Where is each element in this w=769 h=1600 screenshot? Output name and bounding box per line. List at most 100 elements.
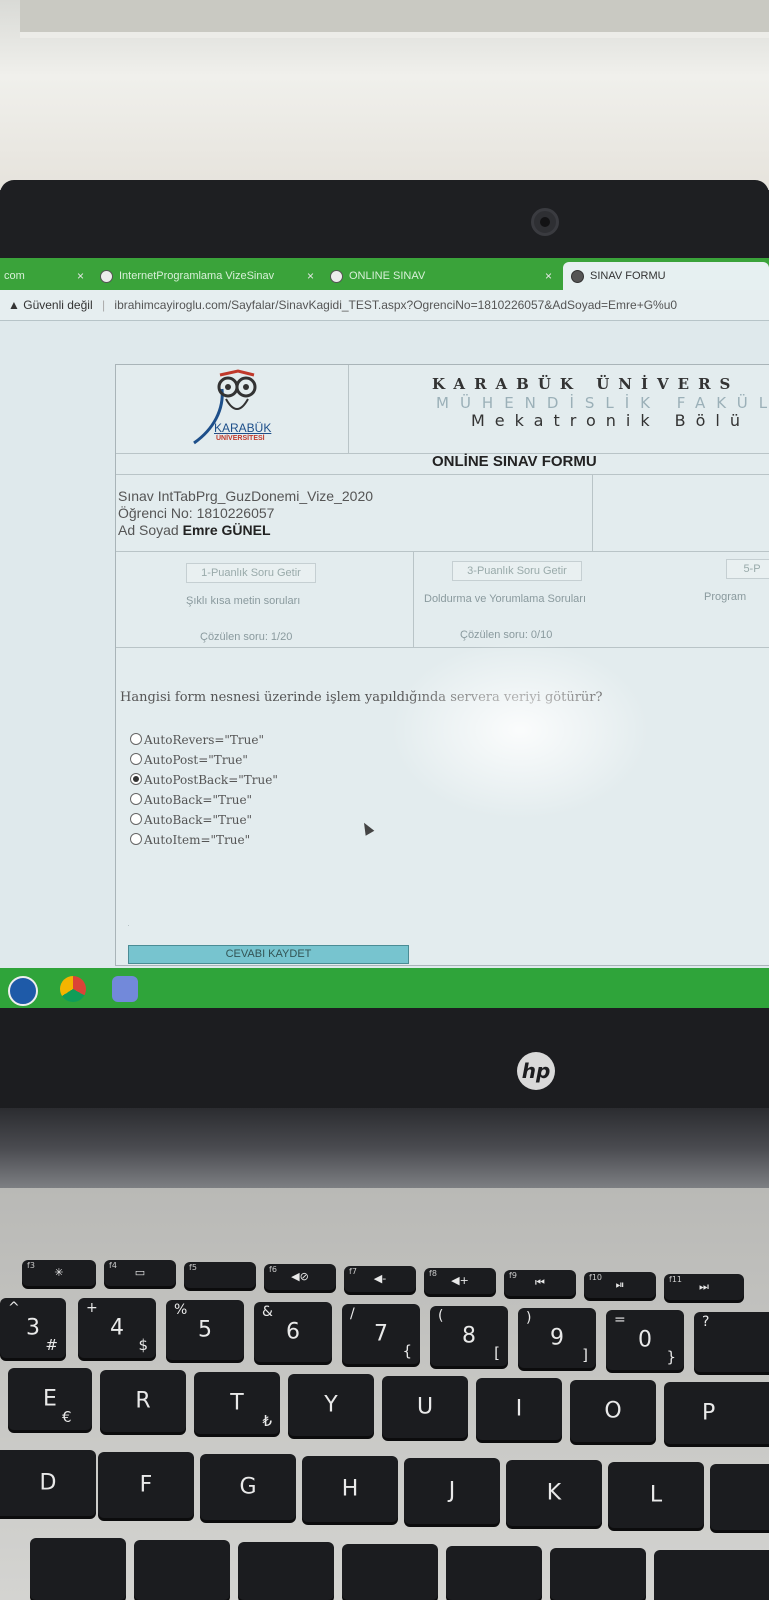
- answer-option[interactable]: AutoRevers="True": [130, 733, 264, 747]
- solved-count: Çözülen soru: 0/10: [460, 629, 553, 641]
- key-main-char: K: [546, 1480, 562, 1506]
- key-3[interactable]: ^ 3 #: [0, 1298, 66, 1358]
- name-label: Ad Soyad: [118, 522, 179, 538]
- key-bottom-row[interactable]: [654, 1550, 769, 1600]
- key-main-char: R: [135, 1388, 151, 1414]
- key-8[interactable]: (8[: [430, 1306, 508, 1366]
- key-main-char: I: [515, 1396, 523, 1422]
- close-icon[interactable]: ×: [545, 262, 552, 290]
- warning-icon: ▲: [8, 298, 20, 312]
- key-question[interactable]: ?: [694, 1312, 769, 1372]
- student-no-label: Öğrenci No:: [118, 505, 193, 521]
- answer-option[interactable]: AutoItem="True": [130, 833, 250, 847]
- close-icon[interactable]: ×: [77, 262, 84, 290]
- university-name: KARABÜK ÜNİVERS: [432, 375, 740, 393]
- get-5-point-question-button[interactable]: 5-P: [726, 559, 769, 579]
- student-no-value: 1810226057: [196, 505, 275, 521]
- page-title: ONLİNE SINAV FORMU: [432, 453, 597, 470]
- discord-icon[interactable]: [112, 976, 138, 1002]
- key-7[interactable]: /7{: [342, 1304, 420, 1364]
- key-f4[interactable]: f4 ▭: [104, 1260, 176, 1286]
- key-f3[interactable]: f3 ✳: [22, 1260, 96, 1286]
- tab-online-sinav[interactable]: ONLINE SINAV ×: [330, 262, 560, 290]
- tab-com[interactable]: com ×: [0, 262, 92, 290]
- key-e[interactable]: E €: [8, 1368, 92, 1430]
- get-1-point-question-button[interactable]: 1-Puanlık Soru Getir: [186, 563, 316, 583]
- key-h[interactable]: H: [302, 1456, 398, 1522]
- key-u[interactable]: U: [382, 1376, 468, 1438]
- divider: [116, 647, 769, 648]
- key-f11[interactable]: f11 ⏭: [664, 1274, 744, 1300]
- option-label: AutoPost="True": [144, 753, 248, 767]
- url-text[interactable]: ibrahimcayiroglu.com/Sayfalar/SinavKagid…: [114, 298, 677, 312]
- key-f9[interactable]: f9 ⏮: [504, 1270, 576, 1296]
- radio-button[interactable]: [130, 813, 142, 825]
- option-label: AutoPostBack="True": [144, 773, 278, 787]
- answer-option-selected[interactable]: AutoPostBack="True": [130, 773, 278, 787]
- radio-button[interactable]: [130, 753, 142, 765]
- key-bottom-row[interactable]: [134, 1540, 230, 1600]
- tab-label: ONLINE SINAV: [349, 270, 426, 282]
- key-l[interactable]: L: [608, 1462, 704, 1528]
- key-j[interactable]: J: [404, 1458, 500, 1524]
- key-f10[interactable]: f10 ⏯: [584, 1272, 656, 1298]
- get-3-point-question-button[interactable]: 3-Puanlık Soru Getir: [452, 561, 582, 581]
- key-s-cedilla[interactable]: [710, 1464, 769, 1530]
- answer-option[interactable]: AutoPost="True": [130, 753, 248, 767]
- key-top-char: %: [174, 1302, 188, 1318]
- key-t[interactable]: T ₺: [194, 1372, 280, 1434]
- webcam: [531, 208, 559, 236]
- chrome-icon[interactable]: [60, 976, 86, 1002]
- key-top-char: /: [350, 1306, 355, 1322]
- save-answer-button[interactable]: CEVABI KAYDET: [128, 945, 409, 964]
- key-9[interactable]: ) 9]: [518, 1308, 596, 1368]
- key-k[interactable]: K: [506, 1460, 602, 1526]
- separator: |: [101, 298, 106, 312]
- radio-button[interactable]: [130, 833, 142, 845]
- key-symbol: ◀⊘: [291, 1270, 309, 1283]
- tab-internet-programlama[interactable]: InternetProgramlama VizeSinav ×: [100, 262, 322, 290]
- key-bottom-row[interactable]: [550, 1548, 646, 1600]
- key-bottom-row[interactable]: [238, 1542, 334, 1600]
- key-f8[interactable]: f8 ◀+: [424, 1268, 496, 1294]
- key-p[interactable]: P: [664, 1382, 769, 1444]
- tab-sinav-formu[interactable]: SINAV FORMU: [563, 262, 769, 290]
- key-sub-char: #: [45, 1336, 58, 1354]
- answer-option[interactable]: AutoBack="True": [130, 813, 252, 827]
- key-0[interactable]: = 0}: [606, 1310, 684, 1370]
- key-f6[interactable]: f6 ◀⊘: [264, 1264, 336, 1290]
- key-6[interactable]: & 6: [254, 1302, 332, 1362]
- key-symbol: ▭: [134, 1266, 146, 1279]
- key-top-char: ^: [8, 1300, 20, 1316]
- close-icon[interactable]: ×: [307, 262, 314, 290]
- key-bottom-row[interactable]: [30, 1538, 126, 1600]
- key-4[interactable]: +4 $: [78, 1298, 156, 1358]
- student-name-row: Ad Soyad Emre GÜNEL: [118, 522, 271, 538]
- divider: [116, 474, 769, 475]
- key-f5[interactable]: f5: [184, 1262, 256, 1288]
- student-no-row: Öğrenci No: 1810226057: [118, 505, 274, 521]
- keyboard-deck: f3 ✳ f4 ▭ f5 f6 ◀⊘ f7 ◀- f8 ◀+ f9 ⏮ f10 ⏯ f11 ⏭ …: [0, 1188, 769, 1600]
- key-sub-char: ₺: [262, 1412, 272, 1430]
- radio-button[interactable]: [130, 733, 142, 745]
- tab-label: SINAV FORMU: [590, 270, 666, 282]
- key-sub-char: }: [666, 1348, 676, 1366]
- key-d[interactable]: D: [0, 1450, 96, 1516]
- radio-button[interactable]: [130, 793, 142, 805]
- radio-button-selected[interactable]: [130, 773, 142, 785]
- department-name: Mekatronik Bölü: [471, 411, 751, 430]
- lenovo-app-icon[interactable]: [8, 976, 38, 1006]
- key-r[interactable]: R: [100, 1370, 186, 1432]
- key-bottom-row[interactable]: [446, 1546, 542, 1600]
- key-5[interactable]: % 5: [166, 1300, 244, 1360]
- key-f7[interactable]: f7 ◀-: [344, 1266, 416, 1292]
- answer-option[interactable]: AutoBack="True": [130, 793, 252, 807]
- key-g[interactable]: G: [200, 1454, 296, 1520]
- key-o[interactable]: O: [570, 1380, 656, 1442]
- key-y[interactable]: Y: [288, 1374, 374, 1436]
- key-sub-char: ]: [582, 1346, 588, 1364]
- address-bar[interactable]: ▲ Güvenli değil | ibrahimcayiroglu.com/S…: [0, 290, 769, 321]
- key-i[interactable]: I: [476, 1378, 562, 1440]
- key-bottom-row[interactable]: [342, 1544, 438, 1600]
- key-f[interactable]: F: [98, 1452, 194, 1518]
